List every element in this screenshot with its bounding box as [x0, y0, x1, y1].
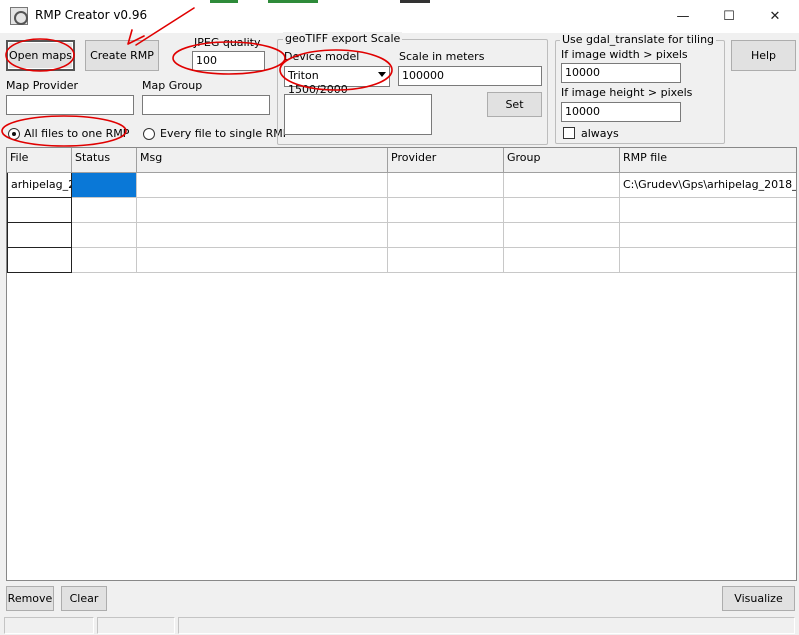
table-cell-rmp-file[interactable]: C:\Grudev\Gps\arhipelag_2018_16. [620, 173, 796, 198]
always-checkbox[interactable] [563, 127, 575, 139]
table-cell-file[interactable]: arhipelag_2018_16. [7, 173, 72, 198]
column-header-file[interactable]: File [7, 148, 72, 173]
table-cell-file[interactable] [7, 198, 72, 223]
clear-button[interactable]: Clear [61, 586, 107, 611]
table-cell-msg[interactable] [137, 248, 388, 273]
device-list-box[interactable] [284, 94, 432, 135]
radio-all-files-to-one[interactable] [8, 128, 20, 140]
jpeg-quality-input[interactable]: 100 [192, 51, 265, 71]
table-cell-rmp-file[interactable] [620, 248, 796, 273]
radio-every-file-single[interactable] [143, 128, 155, 140]
gdal-height-input[interactable]: 10000 [561, 102, 681, 122]
help-button[interactable]: Help [731, 40, 796, 71]
status-pane-2 [97, 617, 175, 634]
gdal-height-label: If image height > pixels [561, 86, 693, 99]
top-color-strip [210, 0, 440, 3]
table-cell-group[interactable] [504, 223, 620, 248]
device-model-label: Device model [284, 50, 360, 63]
app-icon[interactable] [10, 7, 28, 25]
minimize-icon: — [676, 9, 690, 24]
table-cell-rmp-file[interactable] [620, 198, 796, 223]
radio-every-file-single-label[interactable]: Every file to single RMP [160, 127, 289, 140]
scale-label: Scale in meters [399, 50, 485, 63]
status-pane-1 [4, 617, 94, 634]
device-model-select[interactable]: Triton 1500/2000 [284, 66, 390, 96]
column-header-provider[interactable]: Provider [388, 148, 504, 173]
table-cell-status[interactable] [72, 223, 137, 248]
window-title: RMP Creator v0.96 [35, 8, 148, 22]
table-cell-status[interactable] [72, 173, 137, 198]
minimize-button[interactable]: — [660, 0, 706, 33]
geotiff-group-title: geoTIFF export Scale [283, 32, 403, 45]
remove-button[interactable]: Remove [6, 586, 54, 611]
map-group-label: Map Group [142, 79, 203, 92]
map-group-input[interactable] [142, 95, 270, 115]
close-button[interactable]: ✕ [752, 0, 798, 33]
table-cell-status[interactable] [72, 248, 137, 273]
maximize-button[interactable]: ☐ [706, 0, 752, 33]
always-checkbox-label[interactable]: always [581, 127, 619, 140]
status-pane-3 [178, 617, 795, 634]
column-header-group[interactable]: Group [504, 148, 620, 173]
table-cell-file[interactable] [7, 248, 72, 273]
map-provider-label: Map Provider [6, 79, 78, 92]
scale-input[interactable]: 100000 [398, 66, 542, 86]
set-button[interactable]: Set [487, 92, 542, 117]
device-model-value: Triton 1500/2000 [288, 69, 348, 96]
map-provider-input[interactable] [6, 95, 134, 115]
close-icon: ✕ [769, 9, 781, 24]
table-cell-msg[interactable] [137, 223, 388, 248]
table-cell-group[interactable] [504, 248, 620, 273]
table-cell-provider[interactable] [388, 223, 504, 248]
table-cell-provider[interactable] [388, 248, 504, 273]
radio-all-files-to-one-label[interactable]: All files to one RMP [24, 127, 129, 140]
table-cell-provider[interactable] [388, 198, 504, 223]
jpeg-quality-label: JPEG quality [194, 36, 261, 49]
table-cell-provider[interactable] [388, 173, 504, 198]
column-header-msg[interactable]: Msg [137, 148, 388, 173]
table-cell-msg[interactable] [137, 173, 388, 198]
open-maps-button[interactable]: Open maps [6, 40, 75, 71]
maximize-icon: ☐ [723, 9, 735, 24]
table-cell-group[interactable] [504, 198, 620, 223]
column-header-status[interactable]: Status [72, 148, 137, 173]
table-cell-rmp-file[interactable] [620, 223, 796, 248]
gdal-width-input[interactable]: 10000 [561, 63, 681, 83]
gdal-width-label: If image width > pixels [561, 48, 688, 61]
table-cell-group[interactable] [504, 173, 620, 198]
gdal-group-title: Use gdal_translate for tiling [560, 33, 717, 46]
table-cell-status[interactable] [72, 198, 137, 223]
column-header-rmp-file[interactable]: RMP file [620, 148, 796, 173]
visualize-button[interactable]: Visualize [722, 586, 795, 611]
table-cell-file[interactable] [7, 223, 72, 248]
file-grid[interactable]: File Status Msg Provider Group RMP file … [6, 147, 797, 581]
table-cell-msg[interactable] [137, 198, 388, 223]
chevron-down-icon [378, 72, 386, 77]
title-bar[interactable]: RMP Creator v0.96 — ☐ ✕ [0, 0, 799, 33]
create-rmp-button[interactable]: Create RMP [85, 40, 159, 71]
status-bar [0, 615, 799, 635]
